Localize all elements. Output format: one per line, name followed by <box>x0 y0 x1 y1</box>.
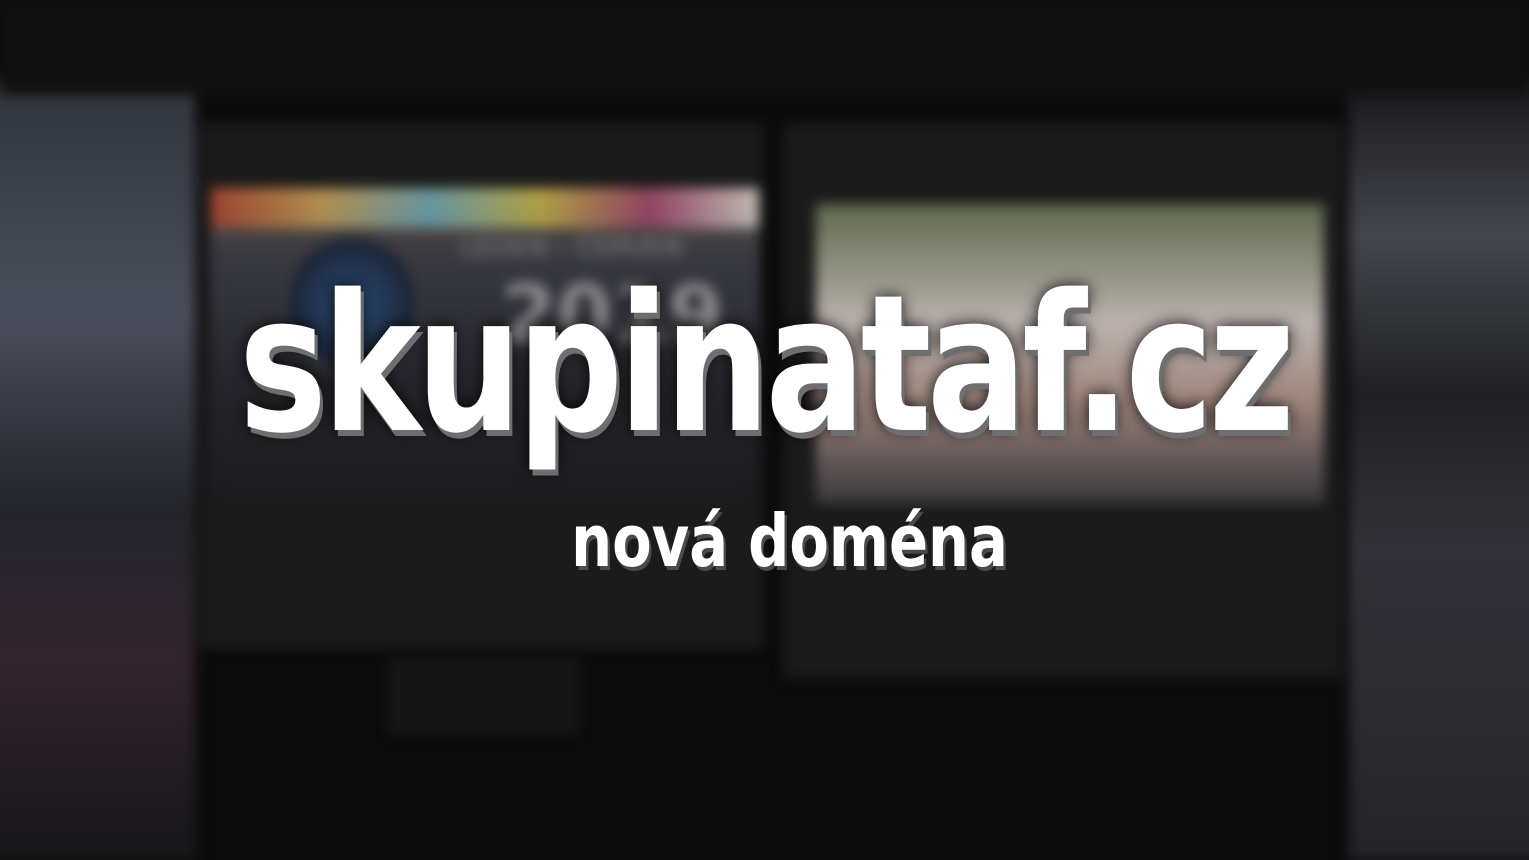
thumbnail-color-stripe <box>211 188 759 228</box>
all-articles-button[interactable] <box>390 660 577 732</box>
facebook-panel-heading <box>786 126 1341 154</box>
left-photo-strip <box>0 80 195 860</box>
domain-subtitle: nová doména <box>571 499 1008 583</box>
right-photo-strip <box>1349 80 1529 860</box>
top-bar <box>0 0 1529 95</box>
domain-title: skupinataf.cz <box>238 254 1295 475</box>
articles-panel-heading <box>201 126 761 154</box>
